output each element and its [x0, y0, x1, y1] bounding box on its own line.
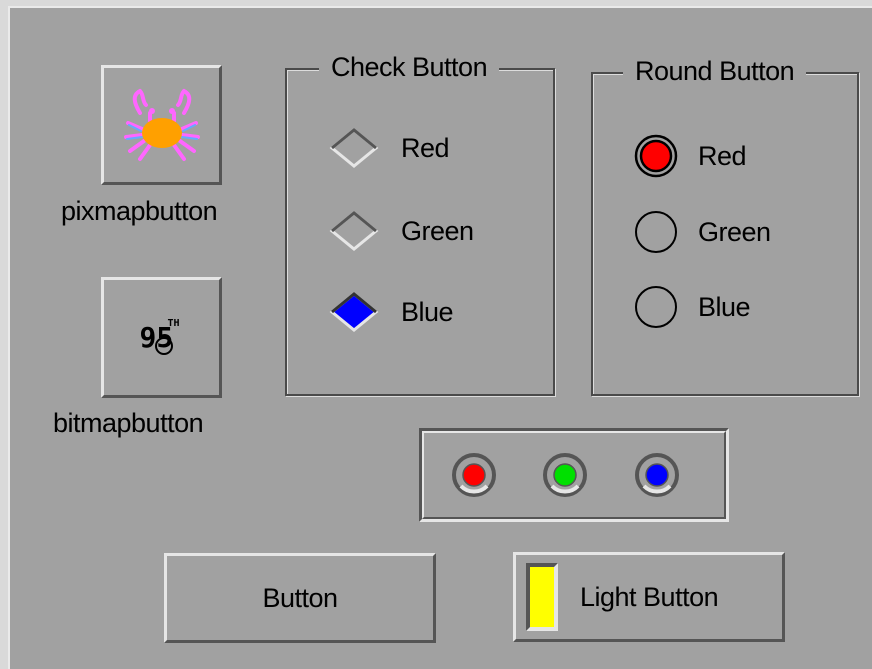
diamond-check-icon [329, 211, 379, 251]
bitmap-95th-icon: 95 TH [138, 318, 186, 358]
check-option-red[interactable]: Red [327, 128, 450, 168]
diamond-check-checked-icon [329, 292, 379, 332]
round-option-blue[interactable]: Blue [630, 286, 751, 328]
round-option-green-label: Green [698, 216, 771, 247]
round3d-button-green[interactable] [540, 450, 590, 500]
round3d-button-blue[interactable] [632, 450, 682, 500]
check-option-green[interactable]: Green [327, 211, 474, 251]
bitmap-button-label: bitmapbutton [53, 408, 204, 438]
diamond-check-icon [329, 128, 379, 168]
check-option-blue-label: Blue [401, 296, 454, 327]
round-button-group-title: Round Button [623, 56, 807, 86]
check-button-group-title: Check Button [319, 52, 500, 82]
round-option-blue-label: Blue [698, 291, 751, 322]
bitmap-superscript: TH [167, 317, 180, 329]
light-indicator [526, 563, 558, 631]
round3d-button-red[interactable] [449, 450, 499, 500]
round-option-red-label: Red [698, 140, 747, 171]
round-option-green[interactable]: Green [630, 211, 771, 253]
check-option-green-label: Green [401, 215, 474, 246]
radio-unchecked-icon [635, 286, 677, 328]
light-button[interactable]: Light Button [513, 552, 785, 642]
check-option-blue[interactable]: Blue [327, 292, 454, 332]
radio-unchecked-icon [635, 211, 677, 253]
radio-checked-icon [634, 134, 678, 178]
pixmap-button-label: pixmapbutton [61, 196, 218, 226]
light-button-label: Light Button [580, 581, 719, 612]
plain-button-label: Button [262, 582, 338, 613]
crab-icon [123, 89, 200, 161]
round-option-red[interactable]: Red [630, 134, 747, 178]
bitmap-button[interactable]: 95 TH [101, 277, 222, 398]
plain-button[interactable]: Button [164, 553, 436, 643]
check-option-red-label: Red [401, 132, 450, 163]
pixmap-button[interactable] [101, 65, 222, 185]
